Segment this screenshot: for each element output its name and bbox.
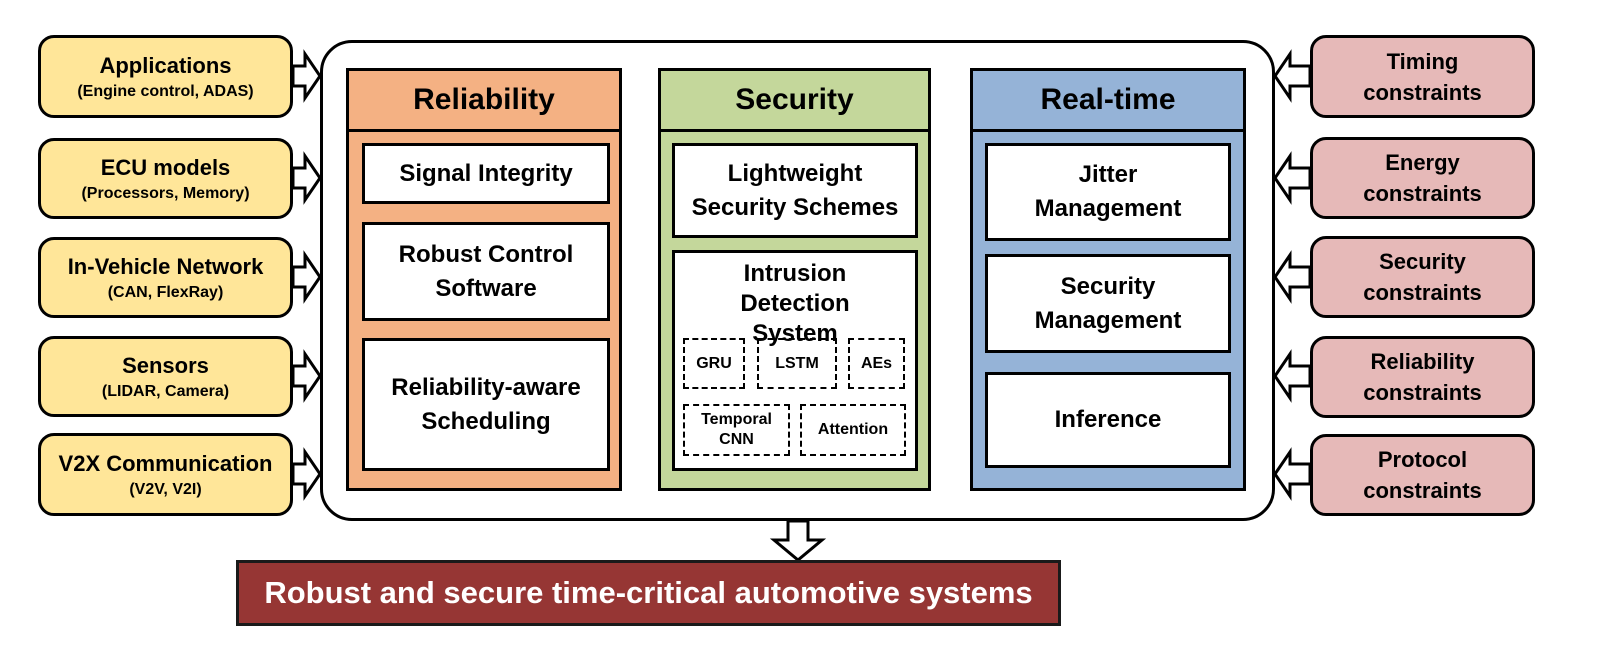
realtime-header: Real-time — [973, 71, 1243, 132]
model-aes: AEs — [848, 338, 905, 389]
right-arrow-icon — [291, 151, 322, 205]
constraint-protocol: Protocol constraints — [1310, 434, 1535, 516]
robust-control-software-box: Robust Control Software — [362, 222, 610, 321]
reliability-aware-scheduling-box: Reliability-aware Scheduling — [362, 338, 610, 471]
right-arrow-icon — [291, 250, 322, 304]
output-banner: Robust and secure time-critical automoti… — [236, 560, 1061, 626]
input-ecu-models: ECU models (Processors, Memory) — [38, 138, 293, 219]
input-title: ECU models — [100, 154, 231, 180]
security-header: Security — [661, 71, 928, 132]
lightweight-security-box: Lightweight Security Schemes — [672, 143, 918, 238]
constraint-label: constraints — [1363, 380, 1482, 405]
right-arrow-icon — [291, 49, 322, 103]
input-title: Sensors — [122, 352, 209, 378]
right-arrow-icon — [291, 349, 322, 403]
intrusion-detection-title: Intrusion Detection System — [740, 260, 850, 347]
input-subtitle: (LIDAR, Camera) — [101, 382, 230, 400]
constraint-reliability: Reliability constraints — [1310, 336, 1535, 418]
constraint-label: Protocol — [1377, 447, 1468, 472]
signal-integrity-box: Signal Integrity — [362, 143, 610, 204]
input-subtitle: (V2V, V2I) — [129, 480, 202, 498]
model-temporal-cnn: Temporal CNN — [683, 404, 790, 456]
right-arrow-icon — [291, 447, 322, 501]
reliability-header: Reliability — [349, 71, 619, 132]
left-arrow-icon — [1273, 349, 1312, 403]
constraint-label: constraints — [1363, 181, 1482, 206]
input-title: Applications — [99, 52, 232, 78]
input-v2x-communication: V2X Communication (V2V, V2I) — [38, 433, 293, 516]
input-in-vehicle-network: In-Vehicle Network (CAN, FlexRay) — [38, 237, 293, 318]
constraint-label: Security — [1379, 249, 1466, 274]
constraint-label: Energy — [1385, 150, 1460, 175]
security-management-box: Security Management — [985, 254, 1231, 353]
left-arrow-icon — [1273, 250, 1312, 304]
constraint-label: Timing — [1386, 48, 1459, 74]
input-title: In-Vehicle Network — [67, 253, 264, 279]
constraint-label: constraints — [1363, 478, 1482, 503]
model-lstm: LSTM — [757, 338, 837, 389]
constraint-energy: Energy constraints — [1310, 137, 1535, 219]
input-subtitle: (Processors, Memory) — [81, 184, 250, 202]
model-gru: GRU — [683, 338, 745, 389]
input-subtitle: (Engine control, ADAS) — [77, 82, 254, 100]
left-arrow-icon — [1273, 151, 1312, 205]
constraint-security: Security constraints — [1310, 236, 1535, 318]
input-applications: Applications (Engine control, ADAS) — [38, 35, 293, 118]
jitter-management-box: Jitter Management — [985, 143, 1231, 241]
model-attention: Attention — [800, 404, 906, 456]
constraint-label: constraints — [1363, 79, 1482, 105]
input-sensors: Sensors (LIDAR, Camera) — [38, 336, 293, 417]
input-subtitle: (CAN, FlexRay) — [107, 283, 224, 301]
diagram: Applications (Engine control, ADAS) ECU m… — [0, 0, 1622, 672]
left-arrow-icon — [1273, 49, 1312, 103]
inference-box: Inference — [985, 372, 1231, 468]
constraint-label: Reliability — [1370, 349, 1475, 374]
constraint-timing: Timing constraints — [1310, 35, 1535, 118]
down-arrow-icon — [769, 519, 827, 562]
input-title: V2X Communication — [58, 450, 273, 476]
constraint-label: constraints — [1363, 280, 1482, 305]
left-arrow-icon — [1273, 447, 1312, 501]
